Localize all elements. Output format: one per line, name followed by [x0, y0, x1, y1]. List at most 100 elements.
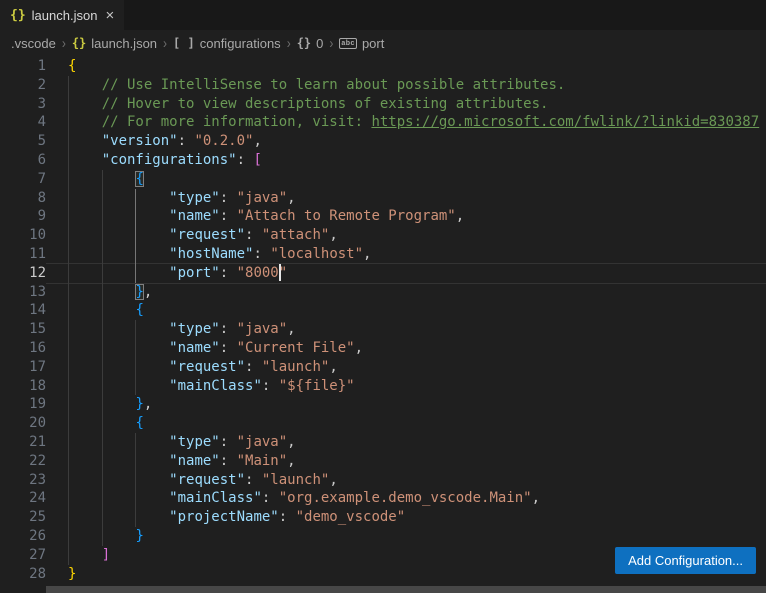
code-line[interactable]: 5 "version": "0.2.0", — [0, 132, 766, 151]
line-number: 14 — [0, 301, 46, 320]
code-line[interactable]: 14 { — [0, 301, 766, 320]
code-line[interactable]: 9 "name": "Attach to Remote Program", — [0, 207, 766, 226]
line-content: "type": "java", — [46, 320, 766, 339]
line-number: 7 — [0, 170, 46, 189]
line-content: // Hover to view descriptions of existin… — [46, 95, 766, 114]
breadcrumb-item--vscode[interactable]: .vscode — [11, 36, 56, 51]
code-line[interactable]: 21 "type": "java", — [0, 433, 766, 452]
breadcrumb-label: .vscode — [11, 36, 56, 51]
line-number: 20 — [0, 414, 46, 433]
json-file-icon: {} — [10, 8, 26, 23]
line-content: "request": "attach", — [46, 226, 766, 245]
breadcrumb-label: port — [362, 36, 384, 51]
string-symbol-icon: abc — [339, 38, 357, 49]
breadcrumb: .vscode›{}launch.json›[ ]configurations›… — [0, 30, 766, 56]
line-number: 12 — [0, 264, 46, 283]
code-line[interactable]: 11 "hostName": "localhost", — [0, 245, 766, 264]
line-content: "mainClass": "${file}" — [46, 377, 766, 396]
line-number: 24 — [0, 489, 46, 508]
line-content: "name": "Current File", — [46, 339, 766, 358]
line-content: "name": "Main", — [46, 452, 766, 471]
breadcrumb-item-configurations[interactable]: [ ] configurations — [173, 36, 281, 51]
breadcrumb-item-0[interactable]: {} 0 — [297, 36, 324, 51]
line-content: { — [46, 301, 766, 320]
line-number: 19 — [0, 395, 46, 414]
line-content: "port": "8000" — [46, 264, 766, 283]
code-line[interactable]: 4 // For more information, visit: https:… — [0, 113, 766, 132]
tab-bar: {} launch.json × — [0, 0, 766, 30]
line-number: 5 — [0, 132, 46, 151]
line-number: 28 — [0, 565, 46, 584]
line-number: 26 — [0, 527, 46, 546]
code-line[interactable]: 20 { — [0, 414, 766, 433]
line-number: 13 — [0, 283, 46, 302]
add-configuration-button[interactable]: Add Configuration... — [615, 547, 756, 574]
breadcrumb-separator: › — [163, 35, 167, 52]
line-content: { — [46, 170, 766, 189]
code-editor[interactable]: 1{2 // Use IntelliSense to learn about p… — [0, 56, 766, 593]
code-line[interactable]: 24 "mainClass": "org.example.demo_vscode… — [0, 489, 766, 508]
line-content: // For more information, visit: https://… — [46, 113, 766, 132]
breadcrumb-item-launch-json[interactable]: {}launch.json — [72, 36, 157, 51]
breadcrumb-label: 0 — [316, 36, 323, 51]
line-content: "mainClass": "org.example.demo_vscode.Ma… — [46, 489, 766, 508]
line-number: 9 — [0, 207, 46, 226]
array-symbol-icon: [ ] — [173, 36, 195, 50]
code-line[interactable]: 13 }, — [0, 283, 766, 302]
line-content: }, — [46, 395, 766, 414]
line-number: 27 — [0, 546, 46, 565]
code-line[interactable]: 15 "type": "java", — [0, 320, 766, 339]
line-number: 1 — [0, 57, 46, 76]
code-line[interactable]: 7 { — [0, 170, 766, 189]
breadcrumb-separator: › — [62, 35, 66, 52]
line-number: 23 — [0, 471, 46, 490]
code-line[interactable]: 6 "configurations": [ — [0, 151, 766, 170]
horizontal-scrollbar[interactable] — [46, 586, 766, 593]
breadcrumb-label: launch.json — [91, 36, 157, 51]
code-line[interactable]: 26 } — [0, 527, 766, 546]
line-content: { — [46, 414, 766, 433]
tab-label: launch.json — [32, 8, 98, 23]
line-number: 2 — [0, 76, 46, 95]
code-line[interactable]: 19 }, — [0, 395, 766, 414]
code-line[interactable]: 3 // Hover to view descriptions of exist… — [0, 95, 766, 114]
code-line[interactable]: 18 "mainClass": "${file}" — [0, 377, 766, 396]
line-number: 18 — [0, 377, 46, 396]
line-number: 11 — [0, 245, 46, 264]
line-number: 16 — [0, 339, 46, 358]
line-content: "configurations": [ — [46, 151, 766, 170]
breadcrumb-label: configurations — [200, 36, 281, 51]
object-symbol-icon: {} — [297, 36, 311, 50]
code-lines: 1{2 // Use IntelliSense to learn about p… — [0, 57, 766, 583]
breadcrumb-item-port[interactable]: abcport — [339, 36, 384, 51]
code-line[interactable]: 16 "name": "Current File", — [0, 339, 766, 358]
code-line[interactable]: 23 "request": "launch", — [0, 471, 766, 490]
code-line[interactable]: 25 "projectName": "demo_vscode" — [0, 508, 766, 527]
code-line[interactable]: 2 // Use IntelliSense to learn about pos… — [0, 76, 766, 95]
code-line[interactable]: 12 "port": "8000" — [0, 264, 766, 283]
breadcrumb-separator: › — [329, 35, 333, 52]
line-content: "projectName": "demo_vscode" — [46, 508, 766, 527]
line-content: "type": "java", — [46, 433, 766, 452]
code-line[interactable]: 8 "type": "java", — [0, 189, 766, 208]
line-content: "version": "0.2.0", — [46, 132, 766, 151]
line-content: "name": "Attach to Remote Program", — [46, 207, 766, 226]
code-line[interactable]: 10 "request": "attach", — [0, 226, 766, 245]
line-number: 6 — [0, 151, 46, 170]
line-number: 3 — [0, 95, 46, 114]
code-line[interactable]: 22 "name": "Main", — [0, 452, 766, 471]
line-number: 25 — [0, 508, 46, 527]
line-number: 4 — [0, 113, 46, 132]
close-tab-icon[interactable]: × — [103, 8, 116, 23]
line-number: 17 — [0, 358, 46, 377]
code-line[interactable]: 17 "request": "launch", — [0, 358, 766, 377]
tab-launch-json[interactable]: {} launch.json × — [0, 0, 124, 30]
breadcrumb-separator: › — [287, 35, 291, 52]
line-content: // Use IntelliSense to learn about possi… — [46, 76, 766, 95]
line-content: { — [46, 57, 766, 76]
code-line[interactable]: 1{ — [0, 57, 766, 76]
line-number: 8 — [0, 189, 46, 208]
line-content: "request": "launch", — [46, 471, 766, 490]
line-content: }, — [46, 283, 766, 302]
line-number: 15 — [0, 320, 46, 339]
